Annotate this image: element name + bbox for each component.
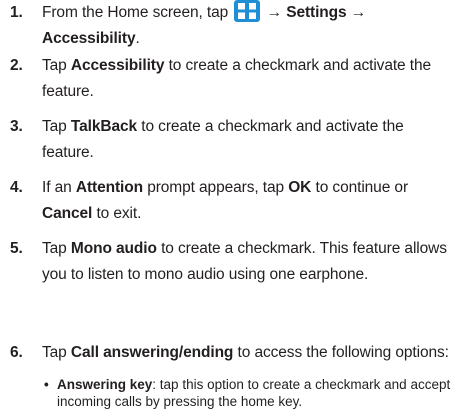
option-talkback: TalkBack	[70, 118, 138, 135]
step-text: Tap Call answering/ending to access the …	[42, 340, 467, 366]
step-text-part: Tap	[42, 344, 71, 361]
step-text-part: to exit.	[92, 205, 142, 222]
step-text-part: to continue or	[311, 179, 409, 196]
menu-path: → Settings →	[266, 4, 367, 21]
step-text: From the Home screen, tap → Settings → A…	[42, 0, 467, 52]
step-text: Tap TalkBack to create a checkmark and a…	[42, 114, 467, 166]
step-text-part: feature.	[42, 144, 94, 161]
punctuation: .	[135, 30, 140, 47]
step-text: Tap Accessibility to create a checkmark …	[42, 53, 467, 105]
step-text-part: to access the following options:	[233, 344, 449, 361]
bullet-text-part: incoming calls by pressing the home key.	[57, 394, 303, 409]
step-text-part: to create a checkmark. This feature allo…	[156, 240, 447, 257]
step-number: 6.	[10, 344, 23, 361]
option-accessibility: Accessibility	[70, 57, 165, 74]
step-number: 1.	[10, 4, 23, 21]
step-text-part: to create a checkmark and activate the	[164, 57, 432, 74]
step-text-part: Tap	[42, 240, 71, 257]
prompt-attention: Attention	[75, 179, 143, 196]
step-text: Tap Mono audio to create a checkmark. Th…	[42, 236, 467, 288]
option-mono-audio: Mono audio	[70, 240, 157, 257]
bullet-symbol: •	[44, 377, 49, 392]
step-text-part: feature.	[42, 83, 94, 100]
menu-item-accessibility: Accessibility	[42, 30, 136, 47]
step-text-part: to create a checkmark and activate the	[137, 118, 404, 135]
step-text-part: Tap	[42, 118, 71, 135]
bullet-text-part: : tap this option to create a checkmark …	[152, 377, 451, 392]
option-answering-key: Answering key	[57, 377, 153, 392]
step-number: 3.	[10, 118, 23, 135]
bullet-text: Answering key: tap this option to create…	[57, 376, 472, 410]
instruction-page: 1. From the Home screen, tap → Settings …	[0, 0, 472, 418]
step-number: 5.	[10, 240, 23, 257]
step-text-part: Tap	[42, 57, 71, 74]
button-cancel-label: Cancel	[42, 205, 93, 222]
step-text-part: prompt appears, tap	[142, 179, 289, 196]
apps-grid-icon	[234, 0, 261, 22]
step-text: If an Attention prompt appears, tap OK t…	[42, 175, 467, 227]
step-text-part: From the Home screen, tap	[42, 4, 229, 21]
step-number: 2.	[10, 57, 23, 74]
option-call-answering-ending: Call answering/ending	[70, 344, 234, 361]
step-text-part: If an	[42, 179, 76, 196]
step-number: 4.	[10, 179, 23, 196]
button-ok-label: OK	[288, 179, 312, 196]
step-text-part: you to listen to mono audio using one ea…	[42, 266, 369, 283]
